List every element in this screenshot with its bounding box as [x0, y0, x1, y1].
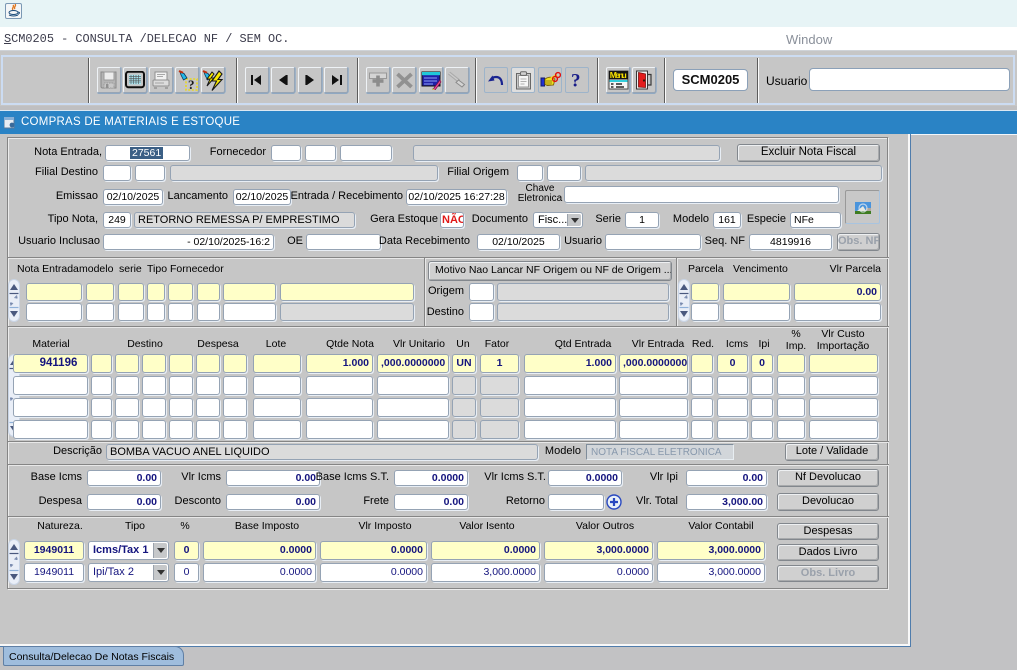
svg-text:?: ? [188, 77, 195, 91]
svg-text:?: ? [571, 71, 581, 91]
svg-text:Menu: Menu [609, 70, 626, 80]
